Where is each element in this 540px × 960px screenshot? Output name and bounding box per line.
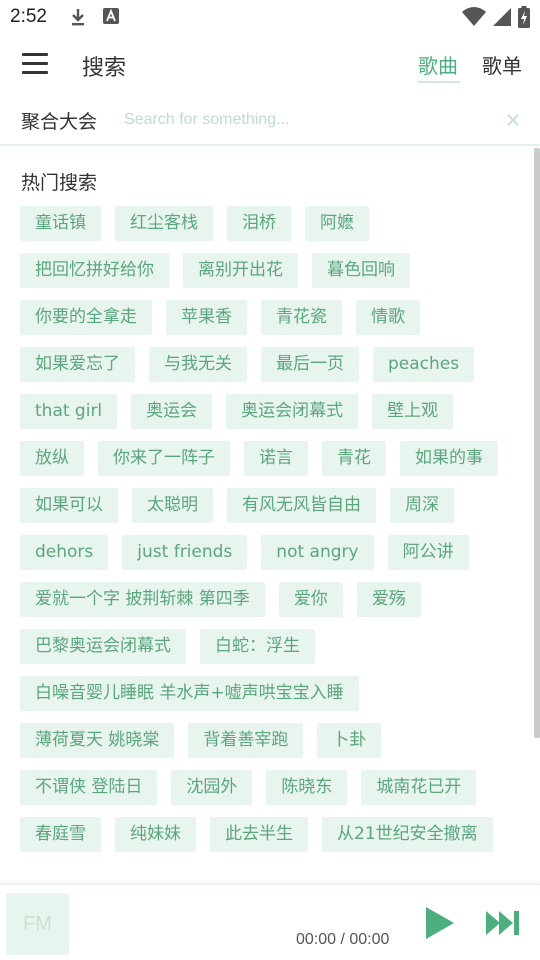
hot-search-tag[interactable]: 巴黎奥运会闭幕式 bbox=[20, 629, 186, 664]
status-icons bbox=[462, 6, 530, 28]
download-icon bbox=[72, 9, 84, 26]
hot-search-tag[interactable]: 白噪音婴儿睡眠 羊水声+嘘声哄宝宝入睡 bbox=[20, 676, 359, 711]
hot-search-tag[interactable]: 阿嬷 bbox=[305, 206, 369, 241]
signal-icon bbox=[493, 8, 511, 26]
tab-songs-underline bbox=[418, 81, 460, 83]
hot-search-tags: 童话镇 红尘客栈 泪桥 阿嬷把回忆拼好给你 离别开出花 暮色回响你要的全拿走 苹果香 青花瓷情… bbox=[20, 206, 520, 852]
hot-search-tag[interactable]: 情歌 bbox=[356, 300, 420, 335]
hot-search-tag[interactable]: 不谓侠 登陆日 bbox=[20, 770, 158, 805]
hot-search-tag[interactable]: 把回忆拼好给你 bbox=[20, 253, 169, 288]
album-cover[interactable]: FM bbox=[6, 893, 69, 955]
scrollbar[interactable] bbox=[534, 148, 540, 738]
hot-search-tag[interactable]: 纯妹妹 bbox=[115, 817, 196, 852]
hot-search-tag[interactable]: dehors bbox=[20, 535, 109, 570]
hot-search-tag[interactable]: 你要的全拿走 bbox=[20, 300, 152, 335]
hot-search-tag[interactable]: that girl bbox=[20, 394, 118, 429]
search-input[interactable] bbox=[124, 106, 494, 134]
battery-icon bbox=[518, 6, 530, 28]
hot-search-tag[interactable]: 陈晓东 bbox=[266, 770, 348, 805]
source-selector[interactable]: 聚合大会 bbox=[21, 107, 97, 134]
hot-search-tag[interactable]: peaches bbox=[373, 347, 475, 382]
menu-icon[interactable] bbox=[22, 53, 48, 75]
hot-search-tag[interactable]: 太聪明 bbox=[132, 488, 213, 523]
hot-search-tag[interactable]: 壁上观 bbox=[372, 394, 454, 429]
hot-search-tag[interactable]: 从21世纪安全撤离 bbox=[322, 817, 493, 852]
playback-time: 00:00 / 00:00 bbox=[296, 931, 390, 948]
hot-search-tag[interactable]: 背着善宰跑 bbox=[188, 723, 304, 758]
app-bar: 搜索 歌曲 歌单 bbox=[0, 36, 540, 94]
hot-search-tag[interactable]: 如果爱忘了 bbox=[20, 347, 135, 382]
hot-search-tag[interactable]: 爱殇 bbox=[356, 582, 421, 617]
hot-search-tag[interactable]: 春庭雪 bbox=[20, 817, 101, 852]
a-app-icon bbox=[103, 8, 119, 24]
clear-icon[interactable] bbox=[504, 111, 522, 129]
hot-search-tag[interactable]: 泪桥 bbox=[227, 206, 291, 241]
hot-search-tag[interactable]: 卜卦 bbox=[317, 723, 382, 758]
hot-search-tag[interactable]: 暮色回响 bbox=[312, 253, 410, 288]
hot-search-tag[interactable]: 有风无风皆自由 bbox=[227, 488, 376, 523]
hot-search-tag[interactable]: 离别开出花 bbox=[183, 253, 298, 288]
next-track-icon[interactable] bbox=[485, 909, 521, 937]
hot-search-tag[interactable]: 红尘客栈 bbox=[115, 206, 213, 241]
hot-search-tag[interactable]: 薄荷夏天 姚晓棠 bbox=[20, 723, 175, 758]
hot-search-tag[interactable]: 沈园外 bbox=[171, 770, 253, 805]
hot-search-tag[interactable]: 青花瓷 bbox=[261, 300, 342, 335]
hot-search-tag[interactable]: 诺言 bbox=[244, 441, 308, 476]
hot-search-tag[interactable]: 阿公讲 bbox=[387, 535, 469, 570]
hot-search-section: 热门搜索 童话镇 红尘客栈 泪桥 阿嬷把回忆拼好给你 离别开出花 暮色回响你要的全拿走 苹果… bbox=[0, 148, 534, 884]
hot-search-tag[interactable]: 你来了一阵子 bbox=[98, 441, 230, 476]
hot-search-tag[interactable]: 爱你 bbox=[278, 582, 343, 617]
tab-songs[interactable]: 歌曲 bbox=[418, 50, 458, 79]
hot-search-tag[interactable]: 奥运会 bbox=[131, 394, 213, 429]
hot-search-tag[interactable]: 青花 bbox=[322, 441, 386, 476]
play-icon[interactable] bbox=[424, 905, 456, 941]
hot-search-tag[interactable]: 如果的事 bbox=[400, 441, 498, 476]
hot-search-title: 热门搜索 bbox=[21, 172, 98, 194]
search-bar: 聚合大会 bbox=[0, 96, 540, 146]
hot-search-tag[interactable]: 此去半生 bbox=[210, 817, 308, 852]
hot-search-tag[interactable]: 周深 bbox=[390, 488, 454, 523]
hot-search-tag[interactable]: 最后一页 bbox=[261, 347, 359, 382]
tab-playlists[interactable]: 歌单 bbox=[482, 50, 522, 79]
hot-search-tag[interactable]: 白蛇：浮生 bbox=[200, 629, 315, 664]
hot-search-tag[interactable]: 奥运会闭幕式 bbox=[226, 394, 359, 429]
hot-search-tag[interactable]: 城南花已开 bbox=[361, 770, 477, 805]
hot-search-tag[interactable]: 童话镇 bbox=[20, 206, 101, 241]
hot-search-tag[interactable]: not angry bbox=[261, 535, 374, 570]
hot-search-tag[interactable]: just friends bbox=[122, 535, 248, 570]
hot-search-tag[interactable]: 与我无关 bbox=[149, 347, 247, 382]
wifi-icon bbox=[462, 7, 486, 27]
player-bar: FM 00:00 / 00:00 bbox=[0, 884, 540, 960]
status-bar: 2:52 bbox=[0, 0, 540, 36]
hot-search-tag[interactable]: 如果可以 bbox=[20, 488, 118, 523]
hot-search-tag[interactable]: 爱就一个字 披荆斩棘 第四季 bbox=[20, 582, 265, 617]
hot-search-tag[interactable]: 苹果香 bbox=[166, 300, 247, 335]
status-time: 2:52 bbox=[10, 6, 47, 27]
page-title: 搜索 bbox=[82, 56, 127, 81]
hot-search-tag[interactable]: 放纵 bbox=[20, 441, 84, 476]
